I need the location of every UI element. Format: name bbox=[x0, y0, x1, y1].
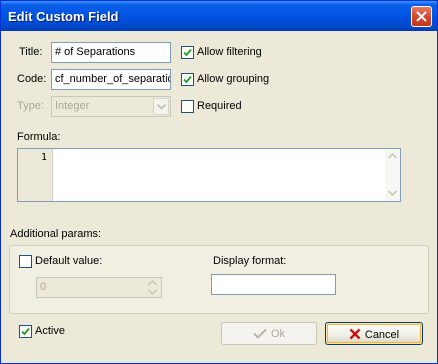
dialog-title: Edit Custom Field bbox=[8, 9, 119, 24]
spinner-arrows-icon bbox=[148, 280, 157, 295]
default-value-spinner[interactable] bbox=[146, 279, 160, 296]
check-mark-icon bbox=[183, 75, 192, 84]
allow-grouping-checkbox[interactable] bbox=[181, 73, 194, 86]
title-input-value: # of Separations bbox=[55, 46, 136, 58]
close-icon bbox=[416, 11, 427, 22]
title-bar[interactable]: Edit Custom Field bbox=[1, 1, 437, 31]
scroll-up-icon[interactable] bbox=[388, 153, 397, 159]
allow-filtering-checkbox[interactable] bbox=[181, 46, 194, 59]
additional-params-group: Default value: 0 Display format: bbox=[9, 245, 429, 314]
cancel-label: Cancel bbox=[364, 329, 400, 341]
allow-grouping-label: Allow grouping bbox=[197, 73, 270, 85]
active-checkbox[interactable] bbox=[19, 325, 32, 338]
check-icon bbox=[253, 328, 267, 339]
required-checkbox[interactable] bbox=[181, 100, 194, 113]
cancel-button[interactable]: Cancel bbox=[325, 322, 423, 345]
code-input[interactable]: cf_number_of_separatio bbox=[51, 69, 171, 90]
code-label: Code: bbox=[17, 73, 47, 85]
type-select-value: Integer bbox=[55, 100, 90, 112]
active-label: Active bbox=[35, 325, 65, 337]
formula-label: Formula: bbox=[17, 131, 61, 143]
allow-filtering-label: Allow filtering bbox=[197, 46, 262, 58]
required-label: Required bbox=[197, 100, 242, 112]
chevron-down-icon bbox=[157, 104, 166, 110]
line-number-gutter: 1 bbox=[18, 149, 53, 201]
edit-custom-field-dialog: Edit Custom Field Title: # of Separation… bbox=[0, 0, 438, 364]
cancel-x-icon bbox=[349, 328, 361, 340]
display-format-input[interactable] bbox=[211, 274, 336, 295]
default-value-input[interactable]: 0 bbox=[36, 277, 162, 298]
ok-button[interactable]: Ok bbox=[221, 322, 317, 345]
check-mark-icon bbox=[183, 48, 192, 57]
check-mark-icon bbox=[21, 327, 30, 336]
code-input-value: cf_number_of_separatio bbox=[55, 73, 171, 85]
default-value-label: Default value: bbox=[35, 255, 103, 267]
type-label: Type: bbox=[17, 100, 44, 112]
type-dropdown-button[interactable] bbox=[153, 98, 169, 115]
close-button[interactable] bbox=[411, 6, 432, 27]
default-value-value: 0 bbox=[40, 281, 47, 293]
default-value-checkbox[interactable] bbox=[19, 255, 32, 268]
ok-label: Ok bbox=[270, 328, 286, 340]
formula-editor[interactable]: 1 bbox=[17, 148, 401, 202]
title-label: Title: bbox=[19, 46, 43, 58]
formula-scrollbar[interactable] bbox=[385, 149, 400, 201]
line-number: 1 bbox=[40, 152, 47, 163]
type-select[interactable]: Integer bbox=[51, 96, 171, 117]
scroll-down-icon[interactable] bbox=[388, 190, 397, 196]
display-format-label: Display format: bbox=[213, 255, 287, 267]
title-input[interactable]: # of Separations bbox=[51, 42, 171, 63]
additional-params-label: Additional params: bbox=[10, 228, 102, 240]
